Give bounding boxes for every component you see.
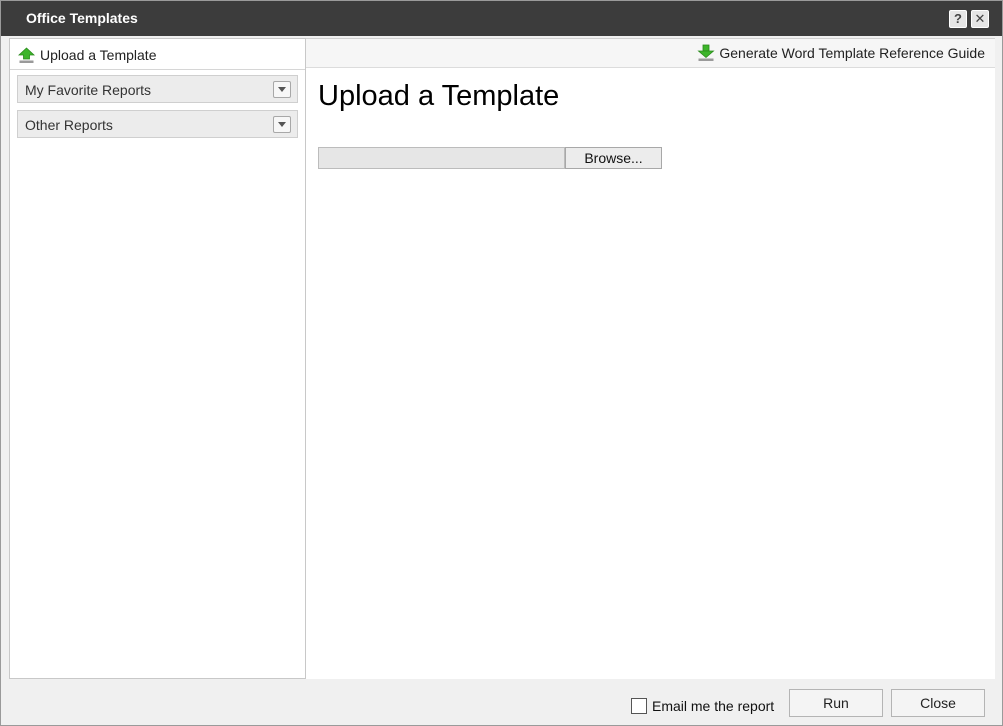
main-toolbar: Generate Word Template Reference Guide	[306, 39, 995, 68]
sidebar-divider	[10, 69, 305, 70]
email-report-option[interactable]: Email me the report	[631, 698, 774, 714]
title-bar: Office Templates ? ✕	[1, 1, 1002, 36]
close-window-button[interactable]: ✕	[971, 10, 989, 28]
upload-template-label: Upload a Template	[40, 47, 157, 63]
sidebar: Upload a Template My Favorite Reports Ot…	[9, 38, 306, 679]
group-my-favorite-reports[interactable]: My Favorite Reports	[17, 75, 298, 103]
file-path-input[interactable]	[318, 147, 565, 169]
generate-reference-guide-link[interactable]: Generate Word Template Reference Guide	[697, 43, 985, 63]
main-panel: Generate Word Template Reference Guide U…	[306, 38, 995, 679]
run-button[interactable]: Run	[789, 689, 883, 717]
chevron-down-icon[interactable]	[273, 81, 291, 98]
help-button[interactable]: ?	[949, 10, 967, 28]
chevron-down-icon[interactable]	[273, 116, 291, 133]
office-templates-dialog: Office Templates ? ✕ Upload a Template M…	[0, 0, 1003, 726]
dialog-title: Office Templates	[26, 10, 138, 26]
close-button[interactable]: Close	[891, 689, 985, 717]
email-report-label: Email me the report	[652, 698, 775, 714]
upload-arrow-icon	[18, 46, 35, 64]
group-label: My Favorite Reports	[25, 82, 152, 98]
download-arrow-icon	[697, 44, 715, 62]
group-label: Other Reports	[25, 117, 113, 133]
upload-template-link[interactable]: Upload a Template	[18, 45, 156, 65]
generate-reference-guide-label: Generate Word Template Reference Guide	[719, 45, 985, 61]
group-other-reports[interactable]: Other Reports	[17, 110, 298, 138]
browse-button[interactable]: Browse...	[565, 147, 662, 169]
dialog-footer: Email me the report Run Close	[1, 679, 1002, 725]
page-title: Upload a Template	[318, 80, 560, 112]
email-report-checkbox[interactable]	[631, 698, 647, 714]
